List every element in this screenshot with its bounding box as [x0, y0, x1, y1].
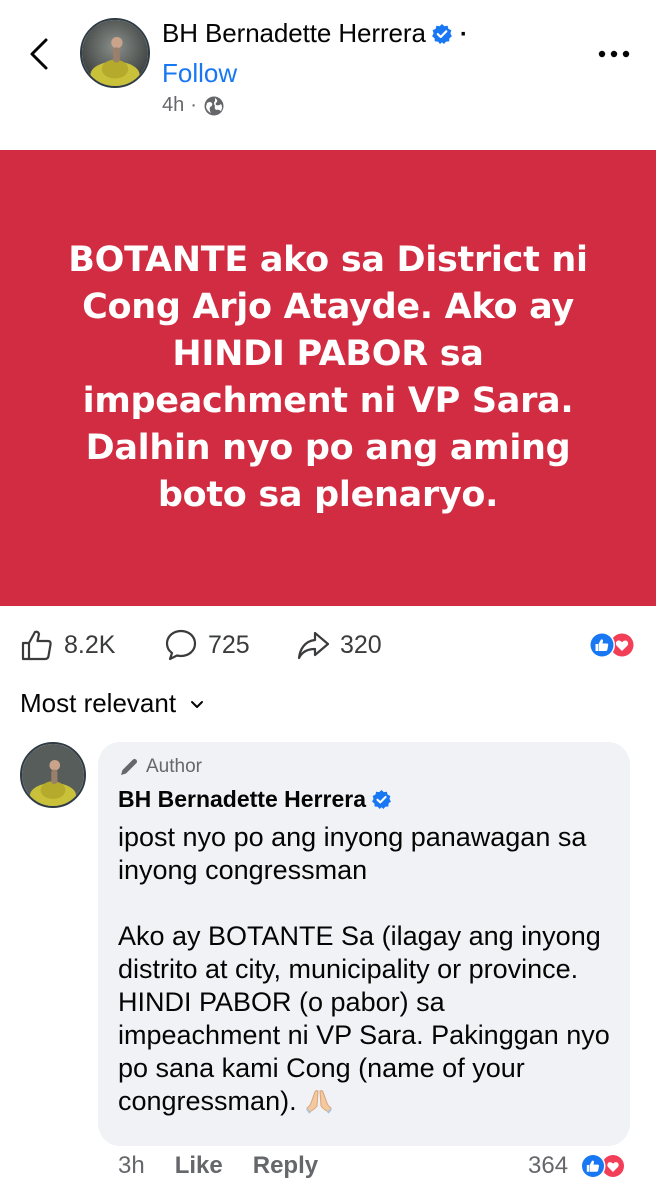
comment-reactions-icons [580, 1153, 626, 1179]
comment-author-name[interactable]: BH Bernadette Herrera [118, 786, 366, 813]
avatar-image [82, 20, 148, 86]
like-icon [21, 630, 52, 661]
post-header: BH Bernadette Herrera · Follow 4h · [0, 0, 656, 150]
author-avatar[interactable] [80, 18, 150, 88]
comment-bubble: Author BH Bernadette Herrera ipost nyo p… [98, 742, 630, 1146]
post-text: BOTANTE ako sa District ni Cong Arjo Ata… [68, 240, 588, 515]
comment-author-row: BH Bernadette Herrera [118, 786, 610, 813]
globe-icon [204, 96, 224, 115]
action-bar: 8.2K 725 320 [0, 620, 656, 670]
avatar-image [22, 744, 84, 806]
author-tag-label: Author [146, 756, 202, 777]
post-time[interactable]: 4h [162, 94, 184, 117]
comment-reactions[interactable]: 364 [528, 1152, 630, 1180]
sort-label: Most relevant [20, 688, 177, 718]
comment-reply-button[interactable]: Reply [253, 1152, 318, 1180]
share-icon [297, 631, 330, 660]
back-button[interactable] [26, 36, 56, 72]
verified-icon [431, 24, 452, 44]
comment-icon [165, 629, 197, 661]
comment-like-button[interactable]: Like [175, 1152, 223, 1180]
comment-reaction-count: 364 [528, 1152, 569, 1179]
share-button[interactable]: 320 [296, 620, 382, 670]
chevron-down-icon [191, 700, 204, 708]
back-icon [30, 38, 48, 70]
author-name[interactable]: BH Bernadette Herrera [162, 18, 426, 48]
author-tag: Author [118, 756, 610, 778]
comment-sort-dropdown[interactable]: Most relevant [20, 688, 206, 719]
comment-author-avatar[interactable] [20, 742, 86, 808]
author-name-row: BH Bernadette Herrera · [162, 18, 468, 49]
share-count: 320 [340, 630, 382, 659]
comment-actions: 3h Like Reply [118, 1152, 318, 1180]
pencil-icon [121, 759, 137, 775]
like-button[interactable]: 8.2K [20, 620, 115, 670]
comment-time[interactable]: 3h [118, 1152, 145, 1180]
time-separator: · [190, 94, 197, 116]
post-text-card[interactable]: BOTANTE ako sa District ni Cong Arjo Ata… [0, 150, 656, 606]
more-options-button[interactable] [594, 34, 634, 74]
reactions-summary[interactable] [580, 630, 640, 660]
like-count: 8.2K [64, 630, 116, 659]
comment-body: ipost nyo po ang inyong panawagan sa iny… [118, 821, 610, 1118]
praying-hands-icon [306, 1090, 332, 1114]
comment-text: ipost nyo po ang inyong panawagan sa iny… [118, 822, 610, 1116]
verified-icon [372, 790, 391, 809]
like-reaction-icon [589, 632, 615, 658]
header-separator: · [459, 21, 468, 48]
more-icon [598, 50, 630, 58]
follow-button[interactable]: Follow [162, 58, 237, 89]
comment-button[interactable]: 725 [164, 620, 250, 670]
like-reaction-icon [580, 1153, 606, 1179]
comment-count: 725 [208, 630, 250, 659]
post-meta: 4h · [162, 94, 225, 117]
